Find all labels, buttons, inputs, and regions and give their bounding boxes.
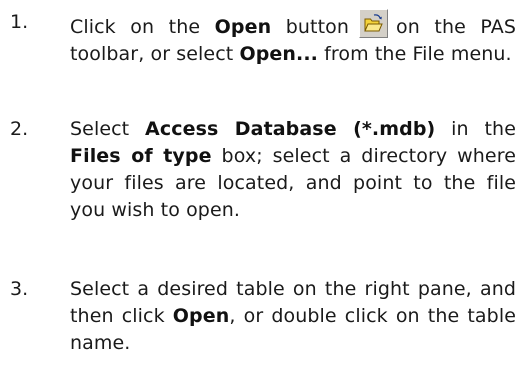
- step-text: Click on the Open button on the PAS tool…: [70, 9, 516, 68]
- step-text: Select Access Database (*.mdb) in the Fi…: [70, 116, 516, 224]
- step-number: 2.: [10, 118, 29, 140]
- open-folder-icon: [359, 9, 389, 38]
- access-database-keyword: Access Database (*.mdb): [145, 118, 436, 140]
- step-text-segment: in the: [435, 118, 516, 140]
- step-text-segment: Select: [70, 118, 146, 140]
- step-text: Select a desired table on the right pane…: [70, 276, 516, 357]
- step-text-segment: button: [271, 16, 350, 38]
- step-text-segment: Click on the: [70, 16, 215, 38]
- instruction-steps: 1. Click on the Open button on the PAS t…: [0, 0, 517, 374]
- open-keyword: Open: [172, 305, 230, 327]
- step-text-segment: from the File menu.: [317, 43, 512, 65]
- step-number: 3.: [10, 278, 29, 300]
- open-menu-keyword: Open...: [239, 43, 318, 65]
- files-of-type-keyword: Files of type: [70, 145, 212, 167]
- step-number: 1.: [10, 11, 29, 33]
- open-keyword: Open: [214, 16, 272, 38]
